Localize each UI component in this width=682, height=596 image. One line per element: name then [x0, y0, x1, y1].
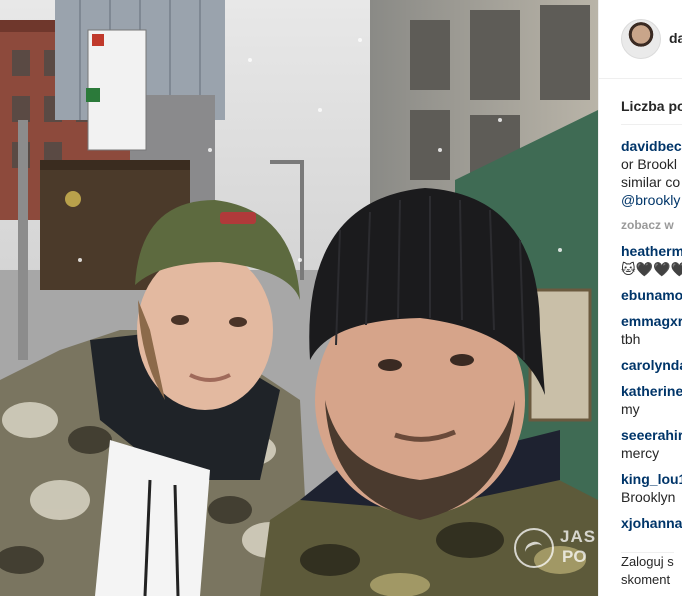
comment: xjohanna: [621, 514, 682, 532]
login-to-comment-prompt[interactable]: Zaloguj s skoment: [621, 552, 674, 589]
comment-username[interactable]: ebunamo: [621, 286, 682, 304]
comment-username[interactable]: heatherm: [621, 242, 682, 260]
comment-username[interactable]: king_lou1: [621, 470, 682, 488]
watermark-logo: JAS PO: [514, 526, 598, 576]
comment: carolynda: [621, 356, 682, 374]
caption-username[interactable]: davidbec: [621, 137, 682, 155]
comment: seeerahir mercy: [621, 426, 682, 462]
comments-list: heatherm 🐱🖤🖤🖤 ebunamo emmagxr tbh caroly…: [621, 242, 682, 540]
watermark-icon: [514, 528, 554, 568]
login-prompt-text: skoment: [621, 572, 671, 587]
avatar[interactable]: [621, 19, 661, 59]
caption-line: similar co: [621, 174, 681, 190]
comment: katherine my: [621, 382, 682, 418]
comment-text: 🐱🖤🖤🖤: [621, 261, 682, 277]
caption-mention-link[interactable]: @brookly: [621, 191, 682, 209]
comment-text: Brooklyn: [621, 489, 676, 505]
comment: ebunamo: [621, 286, 682, 304]
comment: king_lou1 Brooklyn: [621, 470, 682, 506]
login-link[interactable]: Zaloguj s: [621, 553, 674, 571]
comment: emmagxr tbh: [621, 312, 682, 348]
likes-count: Liczba pol: [621, 98, 682, 114]
comment: heatherm 🐱🖤🖤🖤: [621, 242, 682, 278]
comment-username[interactable]: emmagxr: [621, 312, 682, 330]
watermark-text-top: JAS: [560, 527, 597, 546]
divider: [621, 124, 682, 125]
watermark-text-bottom: PO: [562, 547, 587, 566]
comment-username[interactable]: carolynda: [621, 356, 682, 374]
caption-line: or Brookl: [621, 156, 678, 172]
post-username[interactable]: da: [669, 30, 682, 46]
post-photo[interactable]: JAS PO: [0, 0, 598, 596]
photo-illustration: [0, 0, 598, 596]
comment-username[interactable]: xjohanna: [621, 514, 682, 532]
post-sidebar: da Liczba pol davidbec or Brookl similar…: [598, 0, 682, 596]
view-more-comments-link[interactable]: zobacz w: [621, 218, 674, 232]
post-header: da: [599, 0, 682, 79]
comment-username[interactable]: katherine: [621, 382, 682, 400]
comment-username[interactable]: seeerahir: [621, 426, 682, 444]
comment-text: tbh: [621, 331, 641, 347]
post-caption: davidbec or Brookl similar co @brookly: [621, 137, 682, 209]
comment-text: my: [621, 401, 640, 417]
comment-text: mercy: [621, 445, 660, 461]
